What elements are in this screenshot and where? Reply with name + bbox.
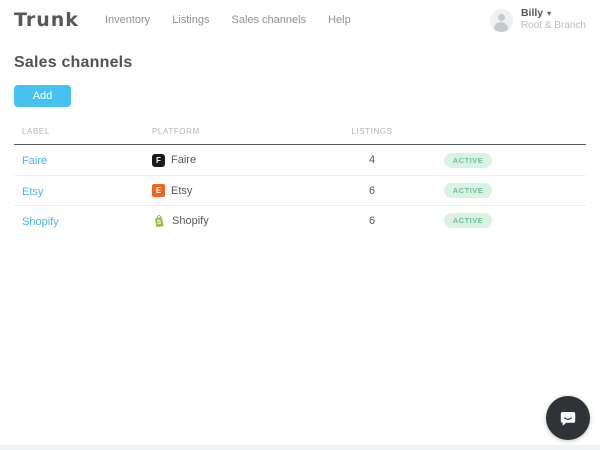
user-name: Billy (521, 7, 543, 20)
main-content: Sales channels Add Label Platform Listin… (0, 54, 600, 235)
channel-link-shopify[interactable]: Shopify (22, 216, 59, 228)
listings-count: 6 (344, 215, 400, 227)
table-row: Faire F Faire 4 Active (14, 145, 586, 175)
platform-name: Shopify (172, 215, 209, 227)
chat-bubble-icon[interactable] (546, 396, 590, 440)
main-nav: Inventory Listings Sales channels Help (105, 14, 351, 26)
page-bottom-strip (0, 445, 600, 450)
table-row: Etsy E Etsy 6 Active (14, 175, 586, 205)
add-button[interactable]: Add (14, 85, 71, 107)
status-badge: Active (444, 213, 493, 228)
nav-item-inventory[interactable]: Inventory (105, 14, 150, 26)
brand-logo[interactable]: Trunk (14, 9, 79, 31)
listings-count: 4 (344, 154, 400, 166)
sales-channels-table: Label Platform Listings Faire F Faire 4 … (14, 119, 586, 235)
column-header-platform: Platform (144, 127, 344, 136)
nav-item-sales-channels[interactable]: Sales channels (231, 14, 306, 26)
user-menu[interactable]: Billy ▾ Root & Branch (490, 7, 586, 33)
nav-item-listings[interactable]: Listings (172, 14, 209, 26)
platform-name: Faire (171, 154, 196, 166)
person-icon (490, 9, 513, 32)
svg-text:S: S (157, 218, 162, 225)
table-header-row: Label Platform Listings (14, 119, 586, 145)
platform-name: Etsy (171, 185, 192, 197)
nav-item-help[interactable]: Help (328, 14, 351, 26)
chevron-down-icon: ▾ (547, 9, 551, 19)
column-header-label: Label (14, 127, 144, 136)
status-badge: Active (444, 153, 493, 168)
shopify-logo-icon: S (152, 214, 166, 228)
channel-link-faire[interactable]: Faire (22, 155, 47, 167)
user-company: Root & Branch (521, 20, 586, 33)
faire-logo-icon: F (152, 154, 165, 167)
table-row: Shopify S Shopify 6 Active (14, 205, 586, 235)
etsy-logo-icon: E (152, 184, 165, 197)
top-bar: Trunk Inventory Listings Sales channels … (0, 0, 600, 40)
page-title: Sales channels (14, 54, 586, 72)
status-badge: Active (444, 183, 493, 198)
listings-count: 6 (344, 185, 400, 197)
column-header-listings: Listings (344, 127, 400, 136)
channel-link-etsy[interactable]: Etsy (22, 186, 43, 198)
